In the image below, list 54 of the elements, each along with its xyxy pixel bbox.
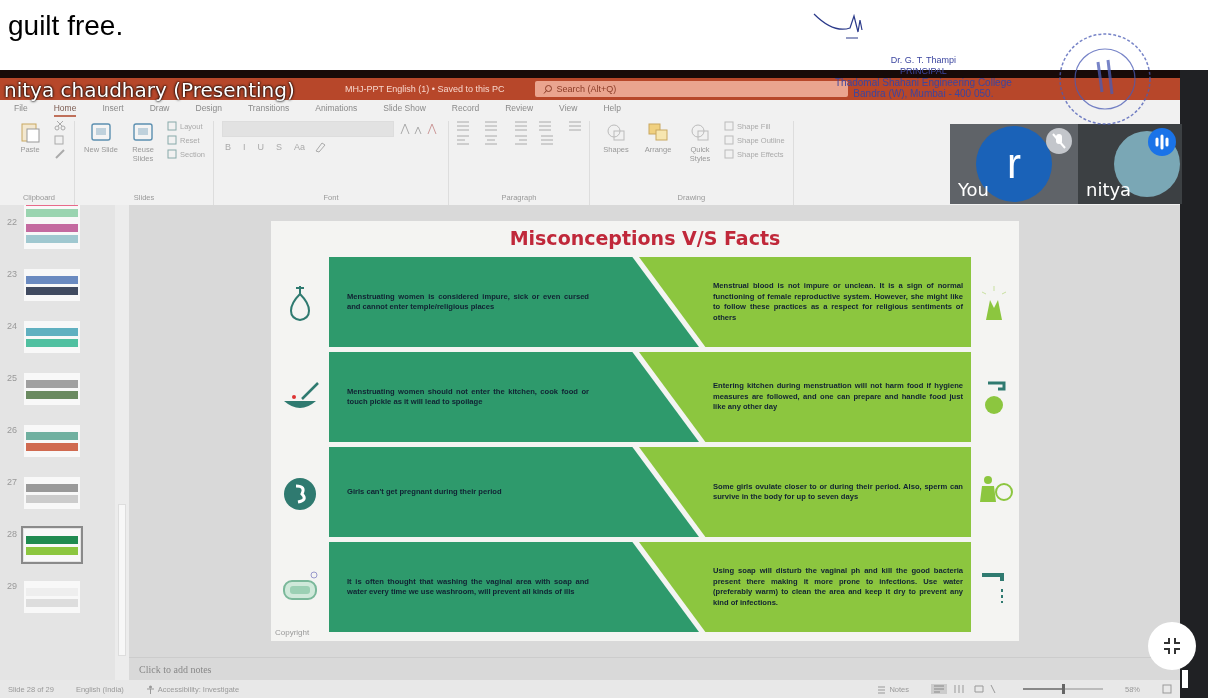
scrollbar-thumb[interactable] — [118, 504, 126, 656]
copy-icon — [54, 135, 66, 145]
slide-icon — [131, 121, 155, 143]
zoom-thumb[interactable] — [1062, 684, 1065, 694]
scissors-icon — [54, 121, 66, 131]
highlight-icon — [314, 141, 327, 153]
participant-name: You — [958, 179, 990, 200]
list-icon — [457, 121, 582, 131]
accessibility-icon — [145, 684, 155, 694]
presenter-name: nitya chaudhary (Presenting) — [4, 79, 295, 101]
format-button[interactable]: Aa — [291, 142, 309, 152]
slide-thumbnail[interactable]: 28 — [0, 527, 115, 579]
notes-field[interactable]: Click to add notes — [139, 663, 212, 675]
slide-thumbnail[interactable]: 23 — [0, 267, 115, 319]
format-button[interactable]: B — [222, 142, 235, 152]
ribbon-tab[interactable]: Transitions — [247, 100, 290, 117]
slide-thumbnail[interactable]: 24 — [0, 319, 115, 371]
format-button[interactable]: U — [254, 142, 268, 152]
signatory-text: Dr. G. T. Thampi — [890, 55, 956, 66]
ribbon-tab[interactable]: Help — [603, 100, 621, 117]
slide-thumbnail[interactable]: 25 — [0, 371, 115, 423]
ribbon-tab[interactable]: View — [559, 100, 578, 117]
align-icon — [457, 135, 554, 145]
shape-format-icon — [724, 149, 735, 159]
ribbon-tab[interactable]: Design — [195, 100, 222, 117]
notes-icon — [877, 684, 887, 694]
ribbon-tab[interactable]: Home — [53, 100, 77, 117]
copyright-text: Copyright — [275, 628, 310, 637]
scroll-marker — [1182, 670, 1188, 688]
slide-title: Misconceptions V/S Facts — [509, 227, 781, 249]
ribbon-tab[interactable]: File — [14, 100, 28, 117]
ribbon-tab[interactable]: Animations — [315, 100, 358, 117]
signatory-text: Bandra (W), Mumbai - 400 050. — [853, 88, 994, 99]
ribbon-tab[interactable]: Record — [451, 100, 480, 117]
ribbon-tab[interactable]: Draw — [149, 100, 170, 117]
slide-icon — [89, 121, 113, 143]
slide-thumbnail[interactable]: 27 — [0, 475, 115, 527]
brush-icon — [54, 149, 66, 159]
slide-thumbnail[interactable]: 26 — [0, 423, 115, 475]
shape-format-icon — [724, 121, 735, 131]
ribbon-tab[interactable]: Slide Show — [383, 100, 426, 117]
fit-slide-icon — [1162, 684, 1172, 694]
slide-thumbnail[interactable]: 29 — [0, 579, 115, 631]
window-title: MHJ-PPT English (1) • Saved to this PC — [345, 84, 505, 94]
clipboard-icon — [18, 121, 42, 143]
collapse-icon — [1163, 637, 1181, 655]
slide-thumbnail[interactable]: 22 — [0, 215, 115, 267]
document-text: guilt free. — [8, 10, 124, 42]
ribbon-tab[interactable]: Review — [505, 100, 534, 117]
arrange-icon — [646, 121, 671, 143]
ribbon-tab[interactable]: Insert — [102, 100, 124, 117]
participant-name: nitya — [1086, 179, 1132, 200]
search-icon — [542, 84, 552, 94]
shape-format-icon — [724, 135, 735, 145]
